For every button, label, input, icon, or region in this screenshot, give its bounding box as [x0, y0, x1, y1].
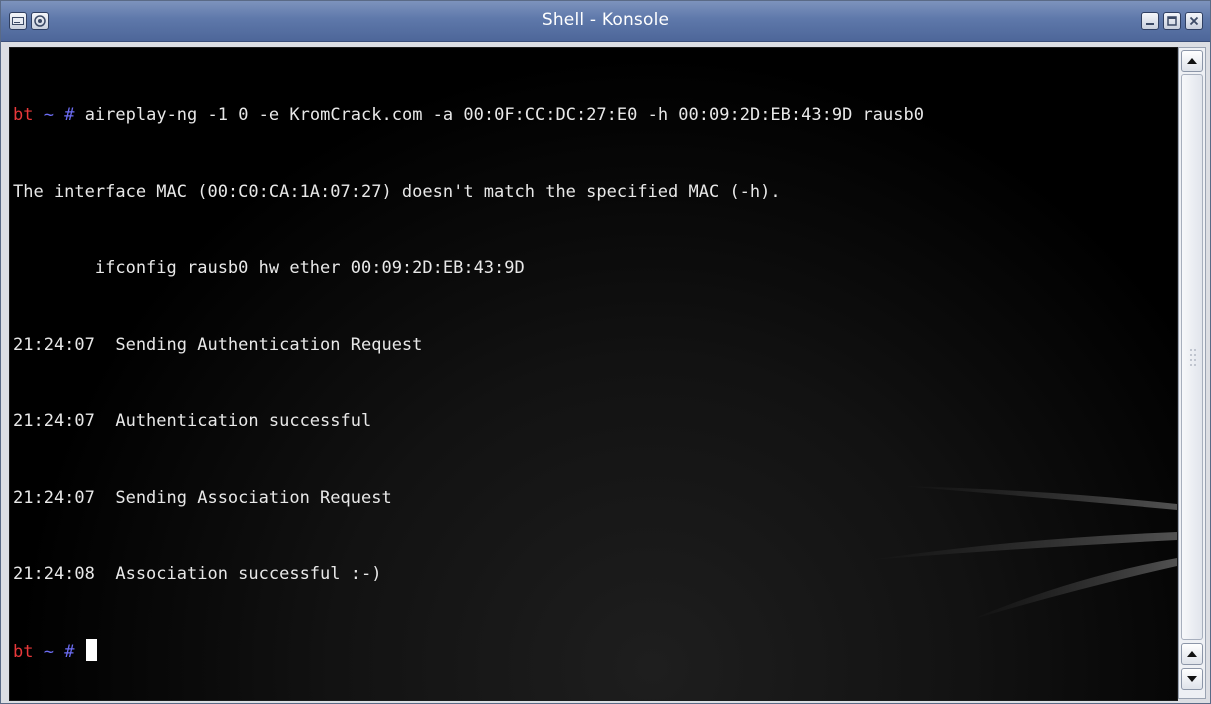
grip-icon: [1190, 349, 1196, 366]
text-cursor: [85, 638, 97, 661]
output-line: 21:24:07 Sending Authentication Request: [13, 334, 423, 355]
vertical-scrollbar[interactable]: [1178, 47, 1206, 699]
prompt-symbols: ~ #: [33, 641, 75, 662]
output-line: 21:24:08 Association successful :-): [13, 564, 382, 584]
arrow-up-icon[interactable]: [1181, 643, 1203, 665]
title-bar[interactable]: Shell - Konsole: [1, 1, 1210, 42]
prompt-host: bt: [13, 105, 34, 125]
terminal-area[interactable]: bt ~ # aireplay-ng -1 0 -e KromCrack.com…: [9, 47, 1178, 701]
konsole-window: Shell - Konsole bt ~ # aireplay-ng -1 0 …: [0, 0, 1211, 704]
scrollbar-thumb[interactable]: [1181, 74, 1203, 640]
prompt-host: bt: [13, 641, 34, 662]
close-icon[interactable]: [1185, 12, 1203, 30]
output-line: 21:24:07 Authentication successful: [13, 411, 372, 431]
output-line: ifconfig rausb0 hw ether 00:09:2D:EB:43:…: [13, 258, 525, 278]
output-line: 21:24:07 Sending Association Request: [13, 487, 392, 508]
window-title: Shell - Konsole: [541, 10, 670, 30]
maximize-icon[interactable]: [1163, 12, 1181, 30]
command-text: aireplay-ng -1 0 -e KromCrack.com -a 00:…: [84, 105, 924, 125]
minimize-icon[interactable]: [1141, 12, 1159, 30]
arrow-up-icon[interactable]: [1181, 50, 1203, 72]
arrow-down-icon[interactable]: [1181, 668, 1203, 690]
prompt-line[interactable]: bt ~ #: [13, 638, 924, 665]
output-line: The interface MAC (00:C0:CA:1A:07:27) do…: [13, 181, 781, 202]
terminal-output: bt ~ # aireplay-ng -1 0 -e KromCrack.com…: [13, 52, 924, 700]
command-line: bt ~ # aireplay-ng -1 0 -e KromCrack.com…: [13, 103, 924, 129]
prompt-symbols: ~ #: [33, 105, 75, 125]
